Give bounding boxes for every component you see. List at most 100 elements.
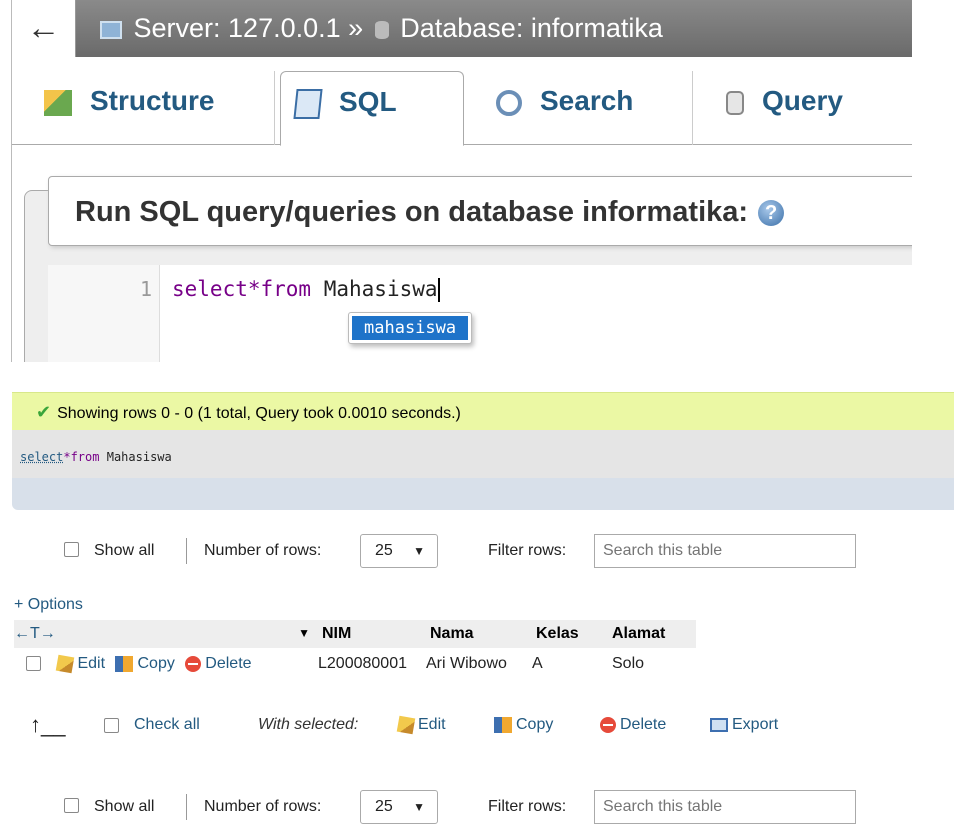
pencil-icon (56, 654, 75, 674)
bulk-actions: ↑__ Check all With selected: Edit Copy D… (0, 708, 954, 748)
code-table-name: Mahasiswa (323, 277, 438, 301)
tab-bar: Structure SQL Search Query (12, 57, 912, 146)
column-resize-arrows: ←T→ ▼ (14, 620, 314, 648)
show-all-checkbox[interactable] (64, 542, 79, 557)
sql-editor[interactable]: 1 select*from Mahasiswa (48, 265, 912, 362)
bulk-delete-button[interactable]: Delete (600, 716, 666, 734)
with-selected-label: With selected: (258, 716, 359, 733)
delete-icon (600, 716, 616, 733)
tab-label: Structure (90, 85, 215, 116)
breadcrumb-server[interactable]: Server: 127.0.0.1 (134, 13, 341, 43)
breadcrumb-bar: ← Server: 127.0.0.1 » Database: informat… (12, 0, 912, 57)
delete-icon (185, 655, 202, 672)
filter-rows-label: Filter rows: (488, 542, 567, 559)
cell-kelas: A (532, 655, 543, 672)
divider (186, 538, 187, 564)
executed-sql: select*from Mahasiswa (12, 430, 954, 478)
sql-keyword: *from (63, 450, 100, 464)
show-all-label[interactable]: Show all (94, 542, 154, 560)
tab-divider (274, 71, 275, 145)
sql-icon (293, 88, 323, 119)
navigation-top: Show all Number of rows: 25 ▼ Filter rows… (0, 530, 954, 570)
check-all-checkbox[interactable] (104, 718, 119, 733)
cell-alamat: Solo (612, 655, 645, 672)
success-text: Showing rows 0 - 0 (1 total, Query took … (57, 405, 461, 422)
tab-label: SQL (339, 86, 397, 117)
chevron-down-icon: ▼ (413, 544, 425, 558)
column-header-nim[interactable]: NIM (314, 620, 422, 648)
rows-per-page-value: 25 (375, 798, 393, 815)
sql-panel-title: Run SQL query/queries on database inform… (48, 176, 912, 246)
column-header-nama[interactable]: Nama (422, 620, 528, 648)
show-all-checkbox[interactable] (64, 798, 79, 813)
copy-icon (494, 716, 512, 733)
tab-sql[interactable]: SQL (280, 71, 464, 146)
number-of-rows-label: Number of rows: (204, 542, 322, 559)
query-icon (726, 90, 744, 115)
tab-divider (692, 71, 693, 145)
text-cursor (437, 278, 440, 302)
column-header-alamat[interactable]: Alamat (604, 620, 696, 648)
export-icon (710, 717, 728, 732)
search-icon (496, 89, 522, 116)
filter-rows-input[interactable] (594, 534, 856, 568)
column-header-kelas[interactable]: Kelas (528, 620, 604, 648)
row-copy-label: Copy (137, 655, 175, 672)
tab-structure[interactable]: Structure (30, 71, 228, 145)
copy-icon (115, 655, 134, 672)
show-all-label[interactable]: Show all (94, 798, 154, 816)
database-icon (374, 20, 389, 39)
back-arrow-icon[interactable]: ← (12, 0, 76, 57)
check-all-label[interactable]: Check all (134, 716, 200, 734)
bulk-export-label: Export (732, 716, 779, 733)
structure-icon (44, 89, 72, 116)
navigation-bottom: Show all Number of rows: 25 ▼ Filter rows… (0, 786, 954, 826)
tab-search[interactable]: Search (482, 71, 647, 145)
bulk-export-button[interactable]: Export (710, 716, 778, 734)
column-move-arrows-icon[interactable]: ←T→ (14, 625, 56, 642)
filter-rows-label: Filter rows: (488, 798, 567, 815)
bulk-copy-label: Copy (516, 716, 554, 733)
arrow-up-icon: ↑__ (30, 712, 66, 737)
row-copy-link[interactable]: Copy (115, 655, 175, 672)
row-delete-label: Delete (205, 655, 252, 672)
bulk-edit-button[interactable]: Edit (396, 715, 446, 735)
autocomplete-option[interactable]: mahasiswa (352, 316, 469, 340)
breadcrumb: Server: 127.0.0.1 » Database: informatik… (96, 0, 663, 57)
table-header-row: ←T→ ▼ NIM Nama Kelas Alamat (14, 620, 696, 648)
editor-gutter: 1 (48, 265, 160, 362)
row-checkbox[interactable] (26, 656, 41, 672)
filter-rows-input[interactable] (594, 790, 856, 824)
pencil-icon (396, 715, 416, 735)
checkmark-icon: ✔ (36, 402, 52, 422)
row-edit-link[interactable]: Edit (56, 654, 106, 674)
row-delete-link[interactable]: Delete (185, 655, 252, 672)
bulk-delete-label: Delete (620, 716, 667, 733)
server-icon (100, 20, 122, 39)
results-table: ←T→ ▼ NIM Nama Kelas Alamat Edit Copy De… (14, 620, 696, 680)
code-keyword: select*from (172, 277, 312, 301)
row-actions: Edit Copy Delete (14, 648, 314, 680)
rows-per-page-select[interactable]: 25 ▼ (360, 790, 438, 824)
breadcrumb-separator: » (348, 13, 364, 43)
tab-label: Query (762, 85, 843, 116)
autocomplete-popup[interactable]: mahasiswa (348, 312, 473, 344)
tab-query[interactable]: Query (712, 71, 857, 145)
breadcrumb-database[interactable]: Database: informatika (400, 13, 663, 43)
table-row: Edit Copy Delete L200080001 Ari Wibowo A… (14, 648, 696, 680)
sql-panel-screenshot: ← Server: 127.0.0.1 » Database: informat… (0, 0, 912, 362)
cell-nim: L200080001 (318, 655, 407, 672)
bulk-copy-button[interactable]: Copy (494, 716, 553, 734)
help-icon[interactable]: ? (758, 200, 785, 227)
chevron-down-icon: ▼ (413, 800, 425, 814)
sort-indicator-icon[interactable]: ▼ (298, 626, 310, 640)
sql-keyword-link[interactable]: select (20, 450, 63, 464)
line-number: 1 (139, 277, 152, 301)
options-link[interactable]: + Options (14, 596, 83, 614)
tab-label: Search (540, 85, 634, 116)
row-edit-label: Edit (77, 655, 106, 672)
rows-per-page-select[interactable]: 25 ▼ (360, 534, 438, 568)
left-border (0, 0, 12, 362)
sql-title-text: Run SQL query/queries on database inform… (75, 196, 749, 228)
editor-code-line[interactable]: select*from Mahasiswa (172, 277, 440, 302)
